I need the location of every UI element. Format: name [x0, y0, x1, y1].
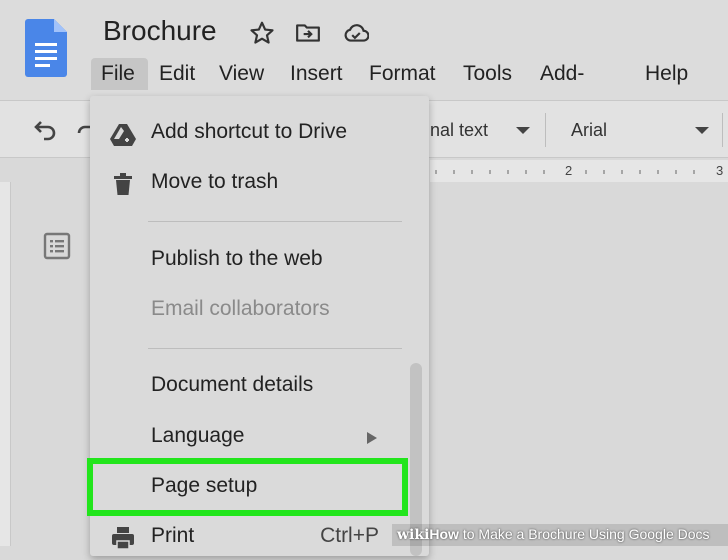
- submenu-arrow-icon: [367, 432, 377, 444]
- menu-item-print[interactable]: Print Ctrl+P: [90, 514, 429, 560]
- vertical-ruler[interactable]: [0, 182, 11, 546]
- app-header: Brochure File Edit View Insert Format To…: [0, 0, 728, 117]
- font-dropdown-icon[interactable]: [695, 127, 709, 134]
- ruler-mark-3: 3: [716, 163, 724, 178]
- menu-divider: [148, 221, 402, 222]
- menu-format[interactable]: Format: [359, 58, 446, 90]
- menu-file[interactable]: File: [91, 58, 148, 90]
- redo-icon[interactable]: [76, 119, 90, 141]
- add-shortcut-label: Add shortcut to Drive: [151, 120, 348, 143]
- font-select[interactable]: Arial: [571, 120, 607, 141]
- language-label: Language: [151, 424, 245, 447]
- document-details-label: Document details: [151, 373, 314, 396]
- toolbar-separator: [545, 113, 546, 147]
- document-outline-icon[interactable]: [43, 232, 71, 260]
- style-dropdown-icon[interactable]: [516, 127, 530, 134]
- ruler-mark-2: 2: [565, 163, 573, 178]
- paragraph-style-select[interactable]: nal text: [430, 120, 488, 141]
- menu-item-add-shortcut[interactable]: Add shortcut to Drive: [90, 110, 429, 156]
- watermark-brand: wiki: [397, 527, 430, 543]
- menu-add-ons[interactable]: Add-ons: [530, 58, 594, 117]
- google-docs-icon[interactable]: [25, 19, 67, 77]
- document-title[interactable]: Brochure: [103, 15, 217, 47]
- menu-item-publish-to-web[interactable]: Publish to the web: [90, 237, 429, 283]
- trash-icon: [114, 173, 132, 195]
- email-collaborators-label: Email collaborators: [151, 297, 330, 320]
- menu-item-move-to-trash[interactable]: Move to trash: [90, 160, 429, 206]
- toolbar-separator: [722, 113, 723, 147]
- move-folder-icon[interactable]: [295, 20, 321, 46]
- ruler-ticks: [435, 170, 695, 174]
- menu-view[interactable]: View: [209, 58, 274, 90]
- menu-help[interactable]: Help: [635, 58, 698, 90]
- watermark-title: to Make a Brochure Using Google Docs: [458, 526, 710, 542]
- watermark-how: How: [429, 526, 459, 542]
- horizontal-ruler[interactable]: 2 3: [430, 160, 728, 182]
- menu-item-email-collaborators: Email collaborators: [90, 287, 429, 333]
- add-to-drive-icon: [110, 124, 136, 146]
- cloud-saved-icon[interactable]: [343, 20, 369, 46]
- publish-label: Publish to the web: [151, 247, 323, 270]
- undo-icon[interactable]: [32, 119, 58, 141]
- menu-divider: [148, 348, 402, 349]
- move-to-trash-label: Move to trash: [151, 170, 279, 193]
- menu-item-language[interactable]: Language: [90, 414, 429, 460]
- menu-edit[interactable]: Edit: [149, 58, 205, 90]
- menu-item-document-details[interactable]: Document details: [90, 363, 429, 409]
- menu-tools[interactable]: Tools: [453, 58, 522, 90]
- page-setup-highlight: [87, 458, 408, 516]
- star-icon[interactable]: [249, 20, 275, 46]
- watermark: wikiHow to Make a Brochure Using Google …: [397, 526, 710, 543]
- print-label: Print: [151, 524, 195, 547]
- print-icon: [112, 527, 134, 550]
- menu-insert[interactable]: Insert: [280, 58, 353, 90]
- print-shortcut: Ctrl+P: [320, 524, 379, 547]
